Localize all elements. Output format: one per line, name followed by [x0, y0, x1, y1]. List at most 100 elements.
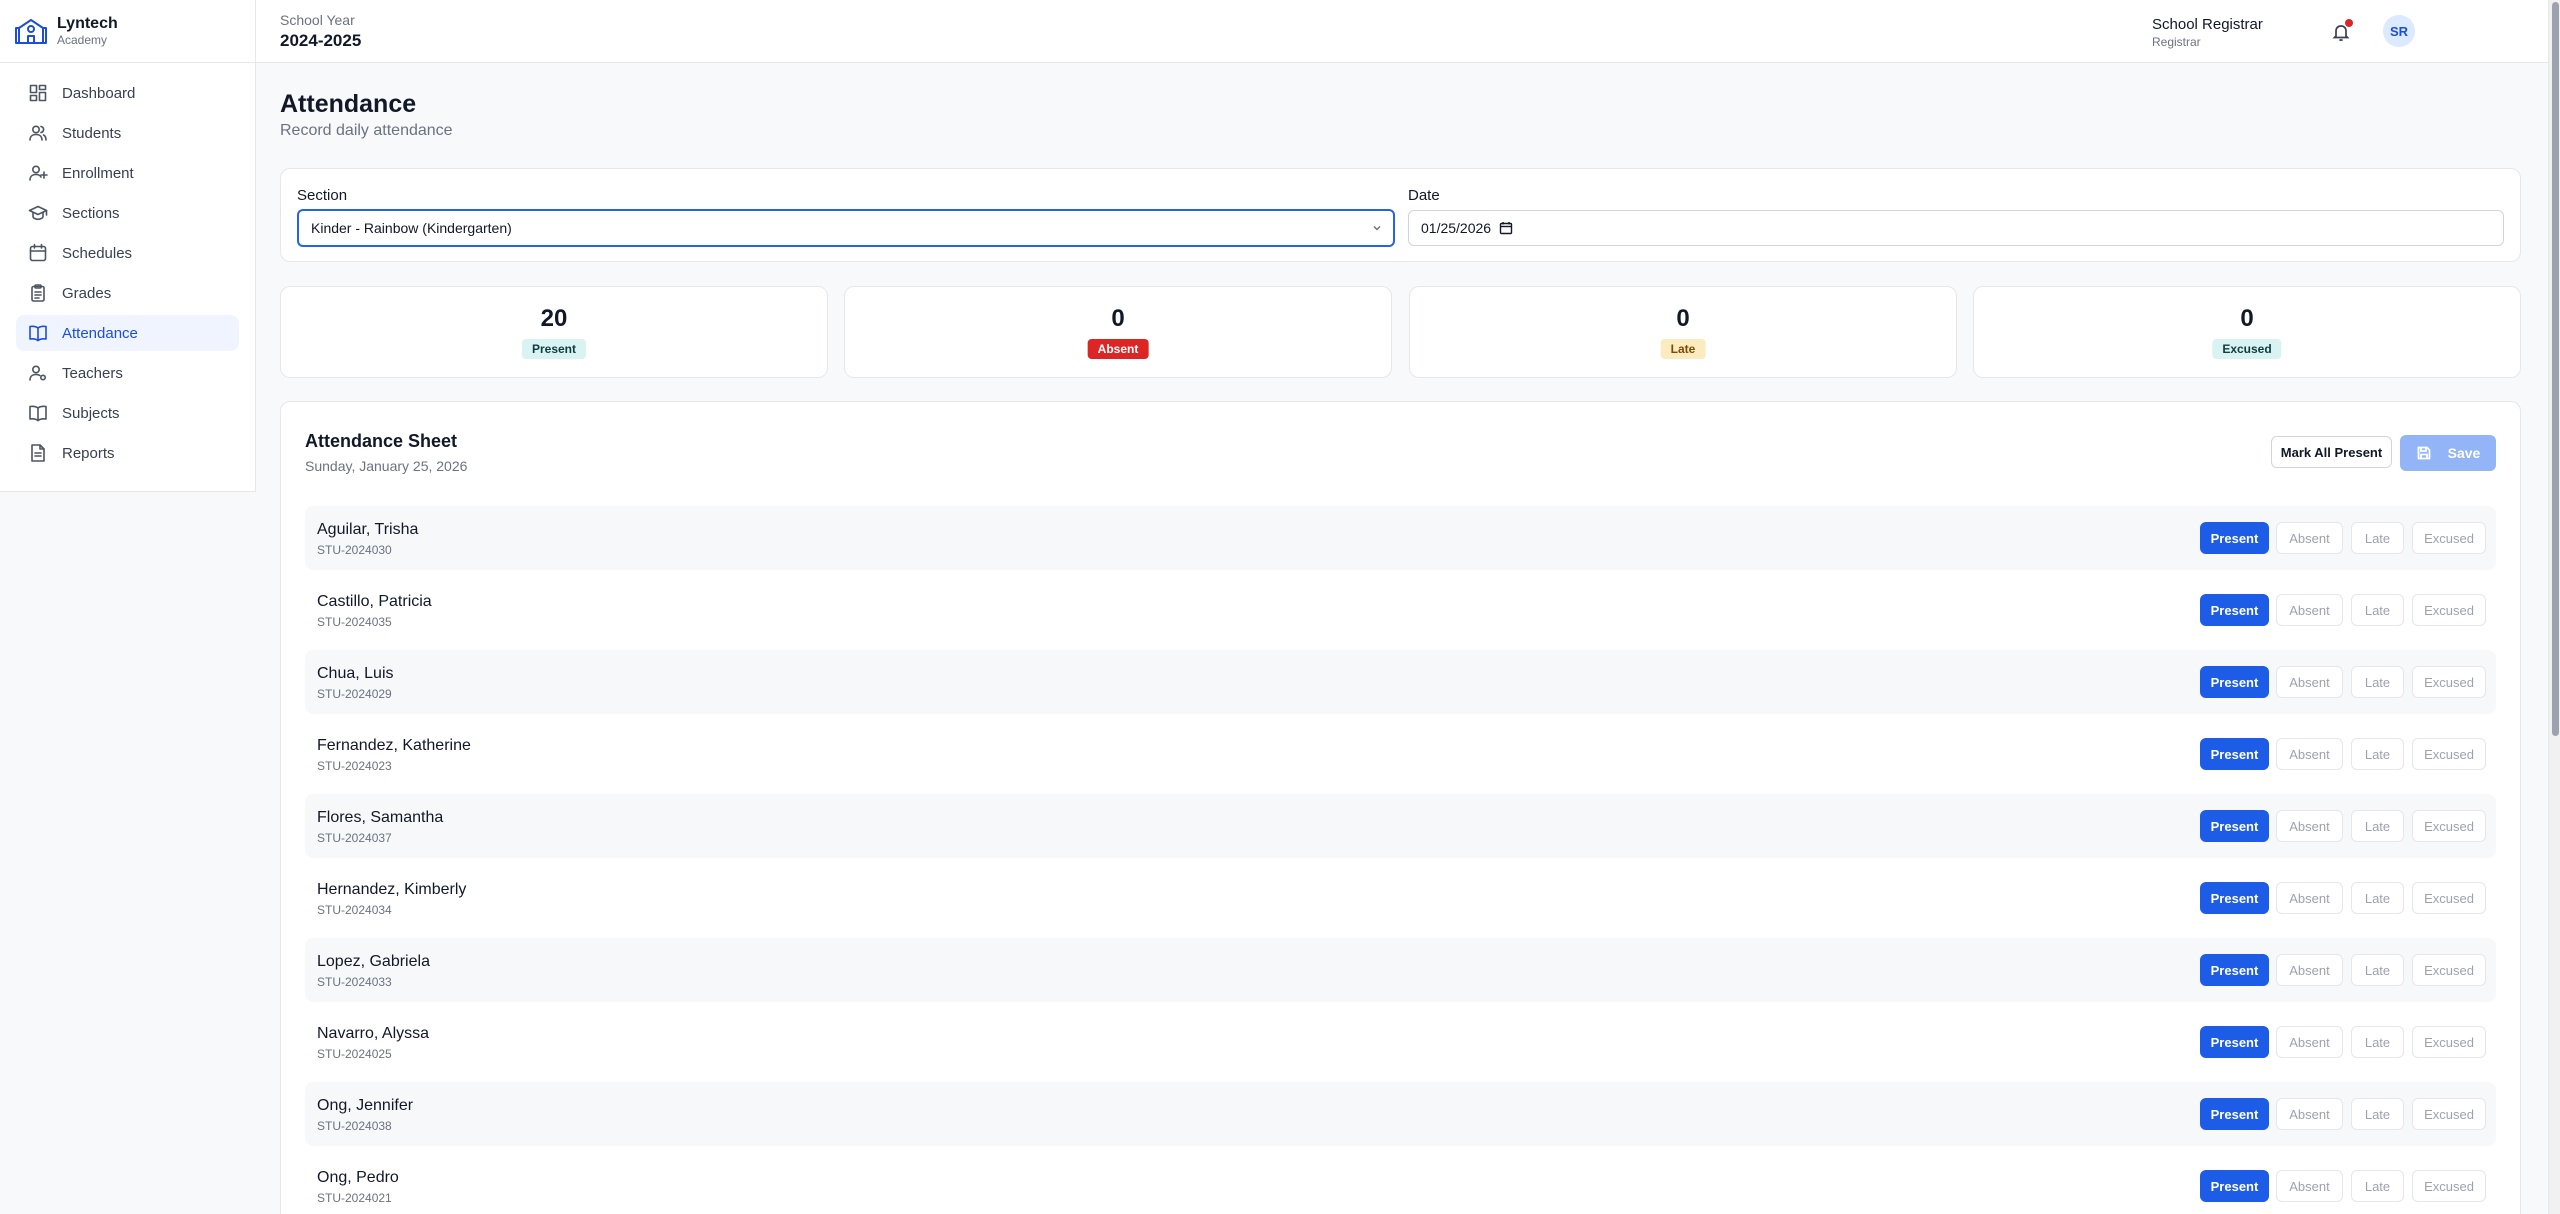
absent-button[interactable]: Absent [2276, 522, 2343, 554]
sidebar-item-subjects[interactable]: Subjects [16, 395, 239, 431]
list-item: Fernandez, Katherine STU-2024023 Present… [305, 722, 2496, 786]
sidebar-item-label: Schedules [62, 244, 133, 262]
list-item: Chua, Luis STU-2024029 Present Absent La… [305, 650, 2496, 714]
file-text-icon [31, 444, 45, 462]
present-button[interactable]: Present [2200, 1026, 2269, 1058]
save-button-label: Save [2447, 445, 2481, 461]
sidebar-item-attendance[interactable]: Attendance [16, 315, 239, 351]
late-button[interactable]: Late [2351, 954, 2404, 986]
absent-button[interactable]: Absent [2276, 738, 2343, 770]
section-select[interactable]: Kinder - Rainbow (Kindergarten) [297, 209, 1395, 247]
stat-card-present: 20 Present [280, 286, 828, 378]
present-button[interactable]: Present [2200, 594, 2269, 626]
sidebar-item-enrollment[interactable]: Enrollment [16, 155, 239, 191]
user-role: Registrar [2152, 35, 2201, 49]
brand[interactable]: Lyntech Academy [0, 0, 255, 63]
save-button[interactable]: Save [2400, 435, 2496, 471]
user-plus-icon [29, 165, 48, 181]
notification-dot [2345, 19, 2353, 27]
sidebar-item-schedules[interactable]: Schedules [16, 235, 239, 271]
excused-button[interactable]: Excused [2412, 1026, 2486, 1058]
excused-button[interactable]: Excused [2412, 594, 2486, 626]
student-name: Chua, Luis [317, 665, 394, 682]
sidebar-item-reports[interactable]: Reports [16, 435, 239, 471]
absent-button[interactable]: Absent [2276, 1098, 2343, 1130]
status-badge: Excused [2212, 339, 2282, 359]
student-name: Ong, Jennifer [317, 1097, 414, 1114]
present-button[interactable]: Present [2200, 522, 2269, 554]
list-item: Flores, Samantha STU-2024037 Present Abs… [305, 794, 2496, 858]
absent-button[interactable]: Absent [2276, 594, 2343, 626]
excused-button[interactable]: Excused [2412, 1098, 2486, 1130]
present-button[interactable]: Present [2200, 810, 2269, 842]
late-button[interactable]: Late [2351, 1170, 2404, 1202]
present-button[interactable]: Present [2200, 882, 2269, 914]
student-id: STU-2024030 [317, 543, 392, 557]
student-id: STU-2024037 [317, 831, 392, 845]
stat-value: 0 [1676, 305, 1690, 332]
present-button[interactable]: Present [2200, 666, 2269, 698]
late-button[interactable]: Late [2351, 882, 2404, 914]
excused-button[interactable]: Excused [2412, 954, 2486, 986]
avatar[interactable]: SR [2383, 15, 2415, 47]
late-button[interactable]: Late [2351, 738, 2404, 770]
late-button[interactable]: Late [2351, 1098, 2404, 1130]
absent-button[interactable]: Absent [2276, 810, 2343, 842]
scrollbar-thumb[interactable] [2552, 2, 2559, 736]
absent-button[interactable]: Absent [2276, 954, 2343, 986]
user-name[interactable]: School Registrar [2152, 16, 2263, 33]
present-button[interactable]: Present [2200, 1098, 2269, 1130]
user-cog-icon [29, 365, 47, 381]
stat-value: 0 [2240, 305, 2254, 332]
date-input[interactable]: 01/25/2026 [1408, 210, 2504, 246]
sidebar-item-label: Dashboard [62, 84, 136, 102]
student-id: STU-2024034 [317, 903, 392, 917]
date-input-value: 01/25/2026 [1421, 220, 1492, 236]
present-button[interactable]: Present [2200, 738, 2269, 770]
date-label: Date [1408, 187, 1440, 204]
sidebar-item-teachers[interactable]: Teachers [16, 355, 239, 391]
status-badge: Late [1660, 339, 1706, 359]
sidebar-item-grades[interactable]: Grades [16, 275, 239, 311]
save-icon [2417, 446, 2431, 460]
student-id: STU-2024038 [317, 1119, 392, 1133]
school-year-value: 2024-2025 [280, 31, 362, 50]
excused-button[interactable]: Excused [2412, 522, 2486, 554]
calendar-picker-icon[interactable] [1499, 221, 1513, 235]
section-label: Section [297, 187, 348, 204]
notifications-button[interactable] [2331, 19, 2353, 42]
excused-button[interactable]: Excused [2412, 882, 2486, 914]
absent-button[interactable]: Absent [2276, 1170, 2343, 1202]
present-button[interactable]: Present [2200, 954, 2269, 986]
page-scrollbar[interactable] [2548, 0, 2560, 1214]
stat-card-excused: 0 Excused [1973, 286, 2521, 378]
absent-button[interactable]: Absent [2276, 666, 2343, 698]
late-button[interactable]: Late [2351, 666, 2404, 698]
late-button[interactable]: Late [2351, 522, 2404, 554]
student-id: STU-2024021 [317, 1191, 392, 1205]
excused-button[interactable]: Excused [2412, 738, 2486, 770]
absent-button[interactable]: Absent [2276, 882, 2343, 914]
sidebar-item-students[interactable]: Students [16, 115, 239, 151]
excused-button[interactable]: Excused [2412, 1170, 2486, 1202]
excused-button[interactable]: Excused [2412, 810, 2486, 842]
excused-button[interactable]: Excused [2412, 666, 2486, 698]
brand-name: Lyntech [57, 15, 118, 32]
sidebar-item-label: Attendance [62, 324, 138, 342]
status-badge: Absent [1087, 339, 1149, 359]
list-item: Navarro, Alyssa STU-2024025 Present Abse… [305, 1010, 2496, 1074]
late-button[interactable]: Late [2351, 810, 2404, 842]
stat-card-absent: 0 Absent [844, 286, 1392, 378]
late-button[interactable]: Late [2351, 594, 2404, 626]
list-item: Aguilar, Trisha STU-2024030 Present Abse… [305, 506, 2496, 570]
present-button[interactable]: Present [2200, 1170, 2269, 1202]
stat-card-late: 0 Late [1409, 286, 1957, 378]
dashboard-icon [29, 84, 47, 102]
school-year-label: School Year [280, 12, 355, 28]
student-name: Ong, Pedro [317, 1169, 399, 1186]
sidebar-item-dashboard[interactable]: Dashboard [16, 75, 239, 111]
absent-button[interactable]: Absent [2276, 1026, 2343, 1058]
late-button[interactable]: Late [2351, 1026, 2404, 1058]
sidebar-item-sections[interactable]: Sections [16, 195, 239, 231]
mark-all-present-button[interactable]: Mark All Present [2271, 436, 2392, 468]
